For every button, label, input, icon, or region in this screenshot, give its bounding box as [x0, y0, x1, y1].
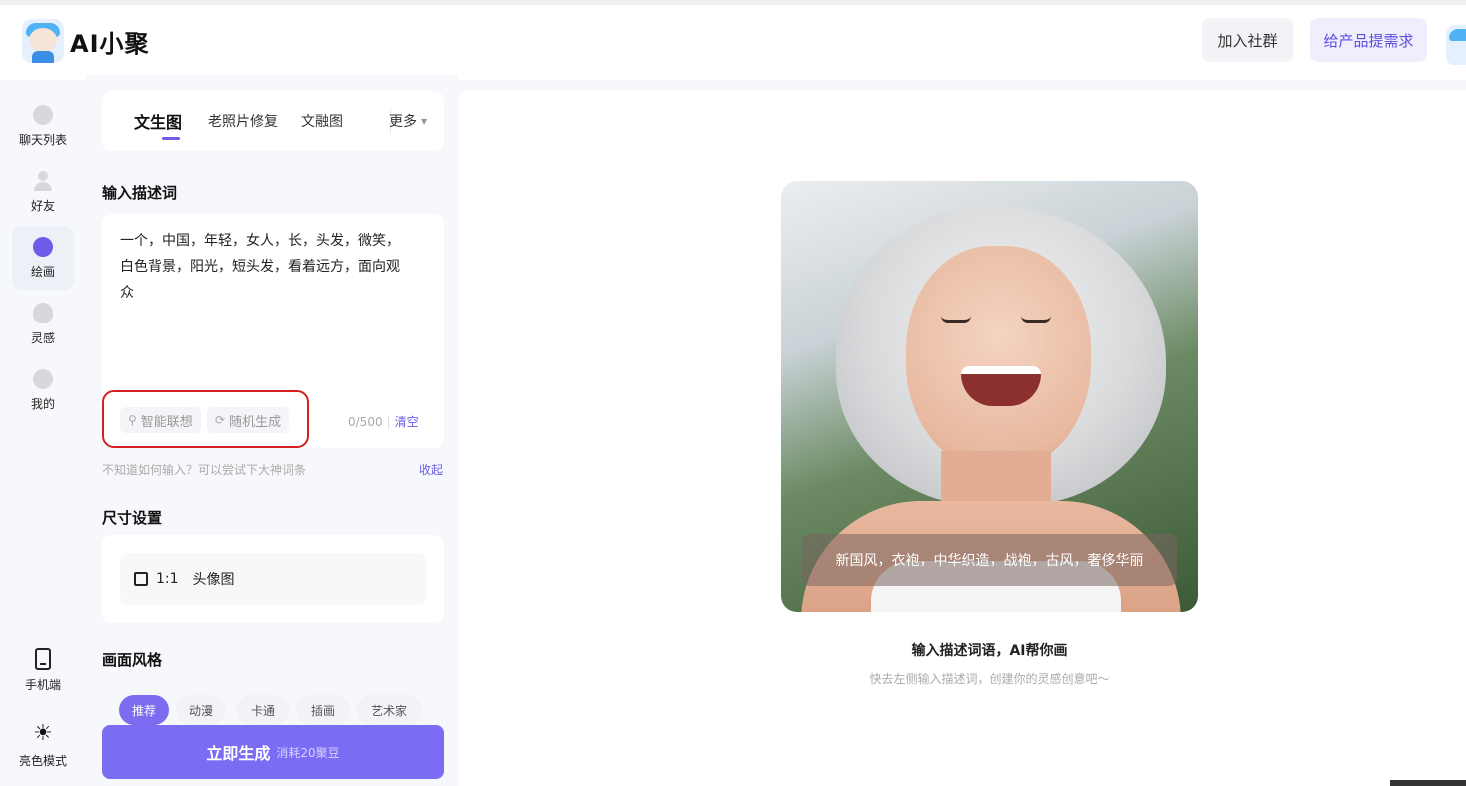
char-counter: 0/500 | 清空 — [348, 415, 419, 429]
photo-caption[interactable]: 新国风，衣袍，中华织造，战袍，古风，奢侈华丽 — [802, 534, 1177, 586]
style-chip-illustration[interactable]: 插画 — [296, 695, 350, 725]
active-tab-indicator — [162, 137, 180, 140]
corner-bar — [1390, 780, 1466, 786]
nav-label: 亮色模式 — [18, 753, 67, 768]
sample-photo: 新国风，衣袍，中华织造，战袍，古风，奢侈华丽 — [781, 181, 1198, 612]
chips-highlight-box — [102, 390, 309, 448]
tab-more-label: 更多 — [389, 114, 417, 130]
person-icon — [33, 170, 53, 191]
tab-text-to-image[interactable]: 文生图 — [134, 91, 182, 151]
style-chip-recommended[interactable]: 推荐 — [119, 695, 169, 725]
app-logo[interactable]: AI小聚 — [22, 19, 150, 63]
phone-icon — [35, 647, 51, 670]
prompt-text[interactable]: 一个，中国，年轻，女人，长，头发，微笑， 白色背景，阳光，短头发，看着远方，面向… — [120, 228, 420, 306]
generate-button[interactable]: 立即生成 消耗20聚豆 — [102, 725, 444, 779]
tab-old-photo-restore[interactable]: 老照片修复 — [208, 91, 278, 151]
nav-item-inspiration[interactable]: 灵感 — [12, 292, 74, 356]
nav-item-chat-list[interactable]: 聊天列表 — [12, 94, 74, 158]
nav-item-light-mode[interactable]: ☀ 亮色模式 — [12, 714, 74, 778]
tab-more[interactable]: 更多 ▼ — [389, 91, 427, 151]
clear-button[interactable]: 清空 — [395, 415, 419, 429]
size-ratio: 1:1 — [156, 571, 179, 587]
nav-label: 绘画 — [30, 264, 55, 279]
smile-icon — [33, 368, 53, 389]
nav-item-mobile[interactable]: 手机端 — [12, 638, 74, 702]
style-chip-cartoon[interactable]: 卡通 — [236, 695, 290, 725]
nav-label: 我的 — [30, 396, 55, 411]
size-settings: 1:1 头像图 — [102, 535, 444, 623]
collapse-button[interactable]: 收起 — [419, 461, 443, 478]
nav-item-drawing[interactable]: 绘画 — [12, 226, 74, 290]
nav-label: 聊天列表 — [18, 132, 67, 147]
generate-cost: 消耗20聚豆 — [276, 745, 340, 760]
style-chip-artist[interactable]: 艺术家 — [356, 695, 422, 725]
prompt-section-title: 输入描述词 — [102, 184, 178, 202]
generate-label: 立即生成 — [206, 744, 271, 763]
join-community-button[interactable]: 加入社群 — [1202, 18, 1293, 62]
logo-text: AI小聚 — [70, 29, 150, 58]
mascot-logo-icon — [22, 19, 64, 63]
sun-icon: ☀ — [33, 720, 53, 746]
style-chip-anime[interactable]: 动漫 — [176, 695, 226, 725]
nav-label: 灵感 — [30, 330, 55, 345]
char-count: 0/500 — [348, 415, 383, 429]
nav-item-friends[interactable]: 好友 — [12, 160, 74, 224]
prompt-hint: 不知道如何输入？可以尝试下大神词条 — [102, 463, 307, 477]
mode-tabs: 文生图 老照片修复 文融图 更多 ▼ — [102, 91, 444, 151]
size-section-title: 尺寸设置 — [102, 509, 163, 527]
size-label: 头像图 — [192, 572, 235, 588]
nav-label: 手机端 — [24, 677, 61, 692]
lightbulb-icon — [33, 302, 53, 323]
style-section-title: 画面风格 — [102, 651, 163, 669]
nav-label: 好友 — [30, 198, 55, 213]
tab-text-blend-image[interactable]: 文融图 — [301, 91, 343, 151]
left-nav: 聊天列表 好友 绘画 灵感 我的 手机端 ☀ 亮色模式 — [0, 80, 86, 786]
preview-area: 新国风，衣袍，中华织造，战袍，古风，奢侈华丽 输入描述词语，AI帮你画 快去左侧… — [458, 90, 1466, 786]
chat-bubble-icon — [33, 104, 53, 125]
drawing-panel: 文生图 老照片修复 文融图 更多 ▼ 输入描述词 一个，中国，年轻，女人，长，头… — [86, 75, 458, 786]
size-option-1-1[interactable]: 1:1 头像图 — [120, 553, 426, 605]
user-avatar[interactable] — [1446, 25, 1466, 65]
square-icon — [134, 572, 148, 586]
feedback-button[interactable]: 给产品提需求 — [1310, 18, 1427, 62]
palette-icon — [33, 236, 53, 257]
nav-item-mine[interactable]: 我的 — [12, 358, 74, 422]
preview-title: 输入描述词语，AI帮你画 — [911, 643, 1068, 659]
top-header: AI小聚 加入社群 给产品提需求 — [0, 0, 1466, 80]
caret-down-icon: ▼ — [421, 116, 428, 126]
preview-subtitle: 快去左侧输入描述词，创建你的灵感创意吧～ — [869, 672, 1110, 686]
